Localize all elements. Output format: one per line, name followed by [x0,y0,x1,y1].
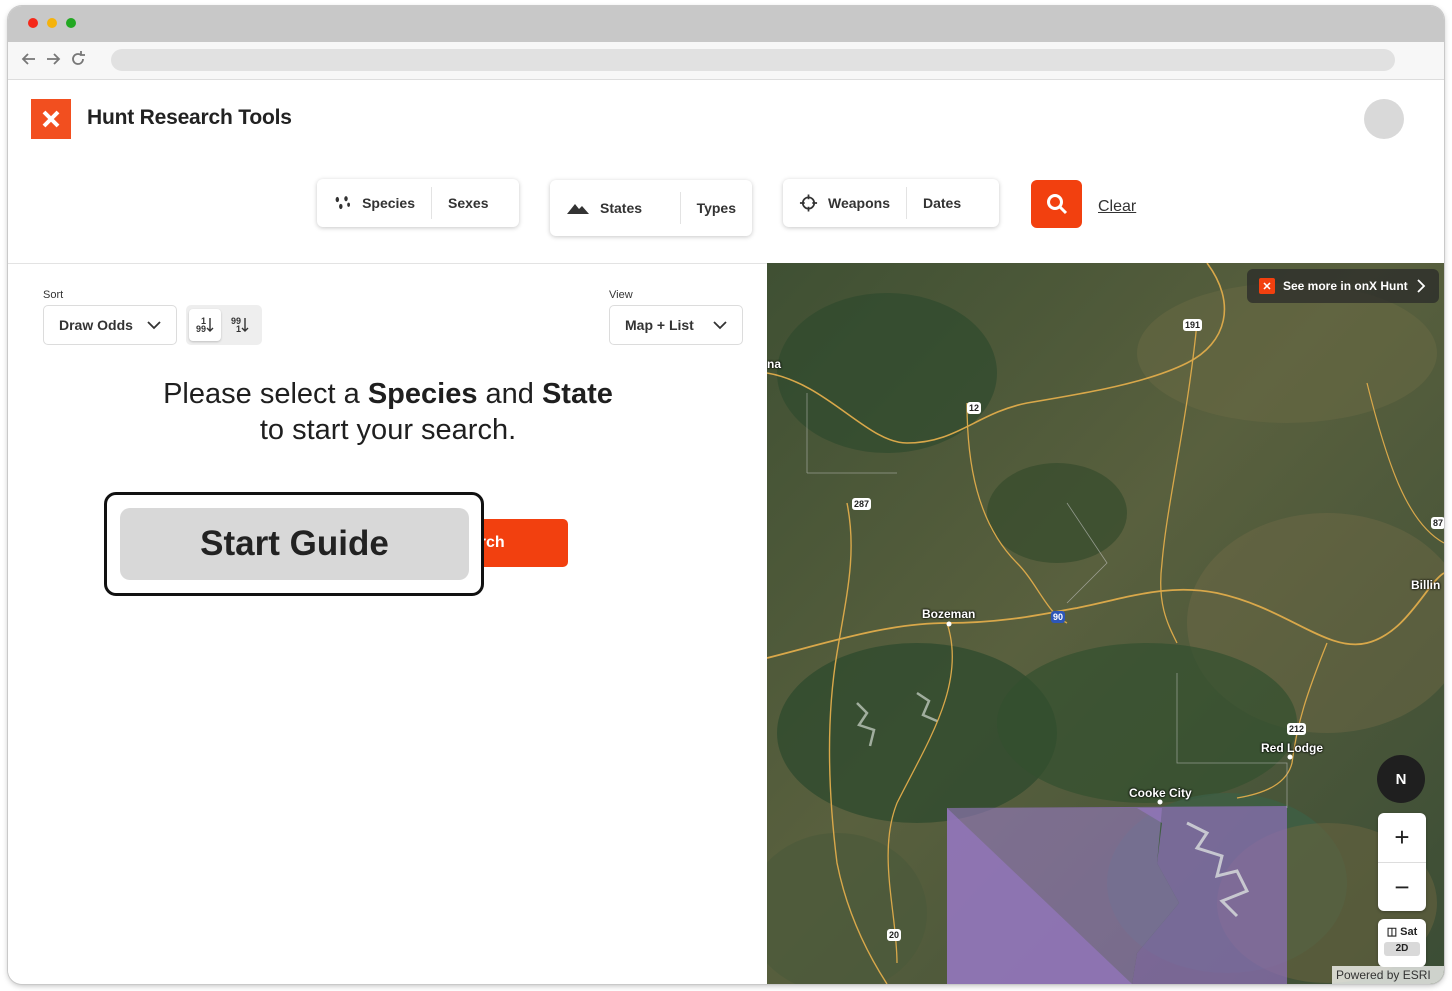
sort-desc-bottom: 1 [235,324,241,334]
species-sexes-filter: Species Sexes [317,179,519,227]
chevron-down-icon [713,321,727,330]
dates-filter-button[interactable]: Dates [906,187,977,219]
back-arrow-icon[interactable] [20,50,38,68]
weapons-dates-filter: Weapons Dates [783,179,999,227]
browser-window: Hunt Research Tools Species Sexes States… [8,6,1444,984]
types-label: Types [696,200,736,216]
sexes-label: Sexes [448,195,489,211]
map-layer-toggle[interactable]: ◫ Sat 2D [1378,919,1426,967]
highway-shield: 212 [1287,723,1307,735]
empty-state-prompt: Please select a Species and State to sta… [8,376,768,448]
city-label-billings: Billin [1411,578,1441,592]
2d-label: 2D [1384,942,1420,956]
sexes-filter-button[interactable]: Sexes [431,187,504,219]
prompt-species: Species [367,378,478,410]
states-types-filter: States Types [550,180,752,236]
crosshair-icon [799,194,818,212]
highway-shield: 191 [1183,319,1203,331]
app-title: Hunt Research Tools [87,106,292,129]
start-guide-button[interactable]: Start Guide [120,508,469,580]
sort-select[interactable]: Draw Odds [43,305,177,345]
guide-highlight-frame: Start Guide [104,492,484,596]
address-bar[interactable] [111,49,1395,71]
interstate-shield: 90 [1051,611,1066,623]
sat-layer-label: ◫ Sat [1378,925,1426,938]
highway-shield: 287 [852,498,872,510]
types-filter-button[interactable]: Types [679,192,752,224]
highway-shield: 87 [1431,517,1444,529]
sort-asc-bottom: 99 [195,324,206,334]
arrow-down-icon [241,318,249,332]
states-filter-button[interactable]: States [550,192,680,224]
city-label-red-lodge: Red Lodge [1261,741,1323,755]
view-label: View [609,289,633,301]
compass-button[interactable]: N [1377,755,1425,803]
map-attribution: Powered by ESRI [1332,966,1444,984]
city-label-bozeman: Bozeman [922,607,976,621]
minimize-window-dot[interactable] [47,18,57,28]
sort-label: Sort [43,289,64,301]
view-select[interactable]: Map + List [609,305,743,345]
sort-descending-button[interactable]: 99 1 [224,309,256,341]
zoom-control: + − [1378,813,1426,911]
app-content: Hunt Research Tools Species Sexes States… [8,80,1444,984]
map-layers-icon: ◫ [1386,926,1398,938]
chevron-right-icon [1417,279,1425,293]
onx-hunt-banner[interactable]: ✕ See more in onX Hunt [1247,269,1439,303]
close-window-dot[interactable] [28,18,38,28]
onx-banner-text: See more in onX Hunt [1283,279,1408,293]
sort-ascending-button[interactable]: 1 99 [189,309,221,341]
prompt-line-2: to start your search. [259,414,517,446]
species-filter-button[interactable]: Species [317,187,431,219]
prompt-line-1: Please select a Species and State [8,376,768,412]
search-icon [1046,194,1067,215]
states-label: States [600,200,643,216]
dates-label: Dates [923,195,962,211]
arrow-down-icon [206,318,214,332]
forward-arrow-icon[interactable] [44,50,62,68]
sort-value: Draw Odds [59,317,133,333]
satellite-map [767,263,1444,984]
compass-label: N [1395,770,1407,788]
reload-icon[interactable] [69,50,87,68]
browser-toolbar [8,42,1444,80]
avatar[interactable] [1364,99,1404,139]
species-label: Species [362,195,415,211]
mountain-icon [567,204,589,214]
highway-shield: 12 [967,402,982,414]
prompt-text: Please select a [163,378,368,410]
chevron-down-icon [147,321,161,330]
highway-shield: 20 [887,929,902,941]
browser-titlebar [8,6,1444,42]
tracks-icon [335,196,350,210]
onx-logo-icon: ✕ [1259,278,1275,294]
city-label-cooke-city: Cooke City [1129,786,1192,800]
sat-label: Sat [1400,926,1418,938]
prompt-state: State [541,378,613,410]
close-x-icon [42,110,60,128]
search-button[interactable] [1031,180,1082,228]
onx-logo[interactable] [31,99,71,139]
zoom-out-button[interactable]: − [1378,862,1426,911]
clear-link[interactable]: Clear [1098,198,1136,216]
weapons-filter-button[interactable]: Weapons [783,187,906,219]
view-value: Map + List [625,317,694,333]
maximize-window-dot[interactable] [66,18,76,28]
map-view[interactable]: Bozeman Red Lodge Cooke City Billin na 1… [767,263,1444,984]
city-label-edge: na [767,357,782,371]
sort-direction-toggle: 1 99 99 1 [186,305,262,345]
weapons-label: Weapons [828,195,890,211]
prompt-text: and [477,378,542,410]
zoom-in-button[interactable]: + [1378,813,1426,862]
